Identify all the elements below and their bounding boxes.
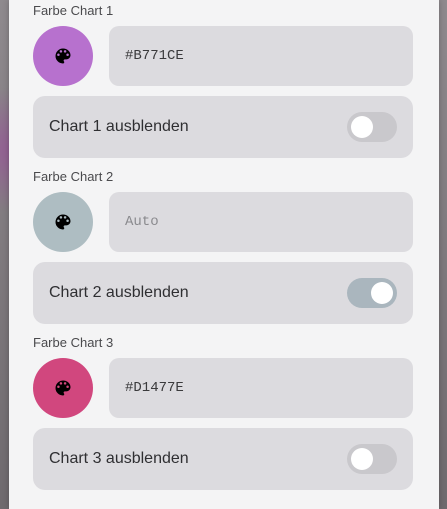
hide-chart-1-switch[interactable] — [347, 112, 397, 142]
section-label-chart-1: Farbe Chart 1 — [33, 3, 114, 18]
color-input-chart-3[interactable] — [109, 358, 413, 418]
section-label-chart-3: Farbe Chart 3 — [33, 335, 114, 350]
switch-knob — [351, 116, 373, 138]
switch-knob — [371, 282, 393, 304]
color-input-chart-2[interactable] — [109, 192, 413, 252]
section-label-chart-2: Farbe Chart 2 — [33, 169, 114, 184]
hide-chart-1-row[interactable]: Chart 1 ausblenden — [33, 96, 413, 158]
switch-knob — [351, 448, 373, 470]
palette-icon — [55, 214, 71, 230]
palette-icon — [55, 48, 71, 64]
hide-chart-2-switch[interactable] — [347, 278, 397, 308]
hide-chart-3-switch[interactable] — [347, 444, 397, 474]
hide-chart-3-label: Chart 3 ausblenden — [49, 450, 189, 467]
hide-chart-1-label: Chart 1 ausblenden — [49, 118, 189, 135]
hide-chart-2-label: Chart 2 ausblenden — [49, 284, 189, 301]
color-input-chart-1[interactable] — [109, 26, 413, 86]
palette-icon — [55, 380, 71, 396]
chart-color-settings-panel: Farbe Chart 1 Chart 1 ausblenden Farbe C… — [9, 0, 439, 509]
color-swatch-chart-2[interactable] — [33, 192, 93, 252]
hide-chart-3-row[interactable]: Chart 3 ausblenden — [33, 428, 413, 490]
color-swatch-chart-1[interactable] — [33, 26, 93, 86]
hide-chart-2-row[interactable]: Chart 2 ausblenden — [33, 262, 413, 324]
color-swatch-chart-3[interactable] — [33, 358, 93, 418]
